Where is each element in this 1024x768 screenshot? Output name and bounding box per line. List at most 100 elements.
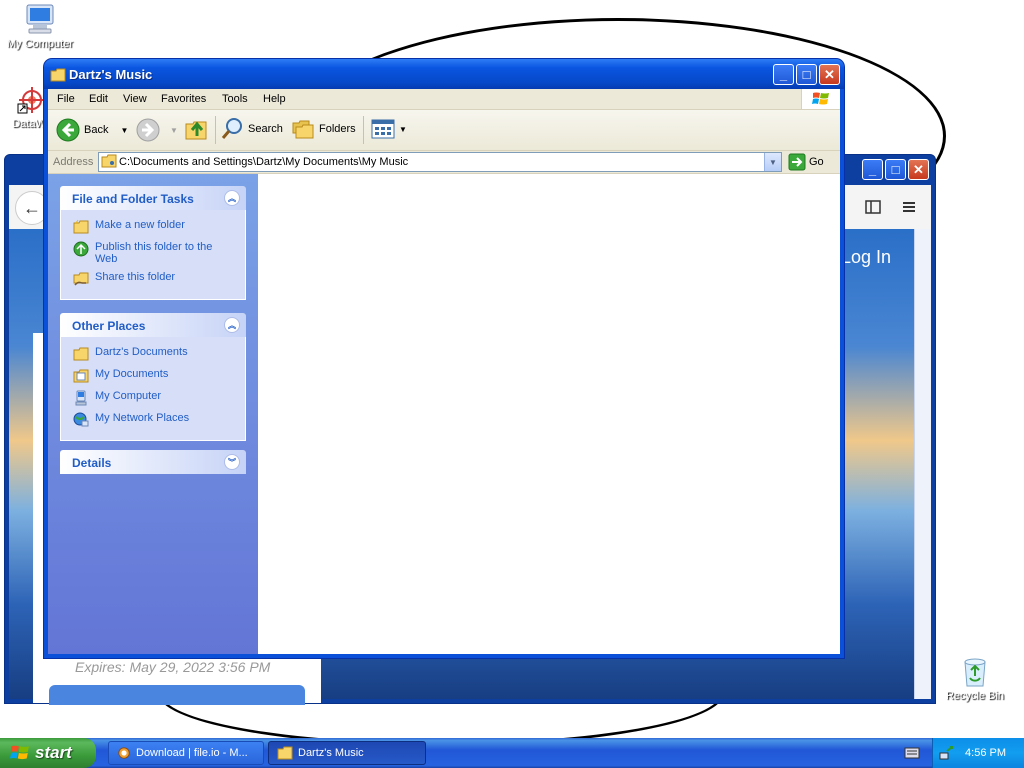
other-places-header[interactable]: Other Places ︽ — [60, 313, 246, 337]
explorer-body: File Edit View Favorites Tools Help Back… — [48, 89, 840, 654]
taskbar-item-label: Dartz's Music — [298, 747, 364, 759]
taskbar-item-explorer[interactable]: Dartz's Music — [268, 741, 426, 765]
my-network-places-link[interactable]: My Network Places — [73, 412, 237, 428]
browser-menu-icon[interactable] — [901, 199, 917, 215]
make-new-folder-link[interactable]: Make a new folder — [73, 219, 237, 235]
address-input[interactable]: C:\Documents and Settings\Dartz\My Docum… — [98, 152, 782, 172]
toolbar-separator — [363, 116, 364, 144]
folder-icon — [277, 746, 293, 760]
explorer-window[interactable]: Dartz's Music _ □ ✕ File Edit View Favor… — [44, 59, 844, 658]
forward-dropdown-icon[interactable]: ▼ — [170, 126, 178, 135]
back-label: Back — [84, 124, 109, 136]
browser-expires-text: Expires: May 29, 2022 3:56 PM — [75, 659, 271, 675]
dartz-documents-link[interactable]: Dartz's Documents — [73, 346, 237, 362]
folder-icon — [73, 347, 89, 361]
browser-window-controls: _ □ ✕ — [862, 159, 929, 180]
my-documents-link[interactable]: My Documents — [73, 368, 237, 384]
link-label: Share this folder — [95, 271, 176, 283]
start-label: start — [35, 743, 72, 762]
address-bar: Address C:\Documents and Settings\Dartz\… — [48, 151, 840, 174]
back-button[interactable]: Back ▼ — [56, 118, 128, 142]
views-button[interactable]: ▼ — [371, 119, 407, 139]
share-folder-icon — [73, 272, 89, 286]
desktop-icon-recycle-bin[interactable]: Recycle Bin — [935, 656, 1015, 702]
browser-minimize-button[interactable]: _ — [862, 159, 883, 180]
my-computer-icon — [75, 390, 87, 406]
browser-maximize-button[interactable]: □ — [885, 159, 906, 180]
desktop-icon-my-computer[interactable]: My Computer — [0, 2, 80, 50]
browser-login-link[interactable]: Log In — [841, 247, 891, 268]
go-arrow-icon — [788, 153, 806, 171]
views-dropdown-icon[interactable]: ▼ — [399, 125, 407, 134]
window-title: Dartz's Music — [69, 67, 153, 82]
expand-icon[interactable]: ︾ — [224, 454, 240, 470]
file-list-view[interactable] — [258, 174, 840, 654]
my-computer-icon — [26, 4, 54, 34]
search-label: Search — [248, 123, 283, 135]
search-icon — [221, 118, 242, 139]
taskbar-item-browser[interactable]: Download | file.io - M... — [108, 741, 264, 765]
menu-edit[interactable]: Edit — [89, 93, 108, 105]
link-label: My Documents — [95, 368, 169, 380]
my-documents-icon — [73, 369, 89, 383]
file-folder-tasks-header[interactable]: File and Folder Tasks ︽ — [60, 186, 246, 210]
minimize-button[interactable]: _ — [773, 64, 794, 85]
collapse-icon[interactable]: ︽ — [224, 190, 240, 206]
up-folder-icon — [185, 121, 207, 140]
search-button[interactable]: Search — [220, 117, 283, 141]
panel-title: Other Places — [72, 319, 146, 333]
reader-view-icon[interactable] — [865, 199, 881, 215]
menu-tools[interactable]: Tools — [222, 93, 248, 105]
link-label: My Network Places — [95, 412, 190, 424]
maximize-button[interactable]: □ — [796, 64, 817, 85]
panel-body: Dartz's Documents My Documents My Comput… — [60, 337, 246, 441]
forward-arrow-icon — [136, 118, 160, 142]
panel-title: Details — [72, 456, 112, 470]
menu-help[interactable]: Help — [263, 93, 286, 105]
folders-button[interactable]: Folders — [291, 117, 356, 141]
folder-icon — [50, 68, 66, 82]
link-label: Dartz's Documents — [95, 346, 188, 358]
my-computer-link[interactable]: My Computer — [73, 390, 237, 406]
desktop-icon-label: Recycle Bin — [945, 690, 1005, 702]
collapse-icon[interactable]: ︽ — [224, 317, 240, 333]
folder-icon — [101, 154, 117, 168]
menu-file[interactable]: File — [57, 93, 75, 105]
windows-logo-icon — [10, 745, 29, 760]
network-status-icon[interactable] — [939, 745, 955, 761]
system-tray: 4:56 PM — [932, 738, 1024, 768]
menu-bar: File Edit View Favorites Tools Help — [48, 89, 840, 110]
task-pane: File and Folder Tasks ︽ Make a new folde… — [48, 174, 258, 654]
other-places-panel: Other Places ︽ Dartz's Documents My Docu… — [60, 313, 246, 441]
go-button[interactable]: Go — [788, 153, 824, 171]
go-label: Go — [809, 156, 824, 168]
views-icon — [371, 119, 395, 139]
back-dropdown-icon[interactable]: ▼ — [120, 126, 128, 135]
browser-close-button[interactable]: ✕ — [908, 159, 929, 180]
menu-view[interactable]: View — [123, 93, 147, 105]
panel-title: File and Folder Tasks — [72, 192, 194, 206]
forward-button[interactable]: ▼ — [136, 118, 178, 142]
details-panel: Details ︾ — [60, 450, 246, 474]
details-header[interactable]: Details ︾ — [60, 450, 246, 474]
folders-icon — [292, 120, 314, 139]
browser-action-button[interactable] — [49, 685, 305, 705]
windows-logo-icon — [801, 89, 840, 109]
panel-body: Make a new folder Publish this folder to… — [60, 210, 246, 300]
address-dropdown-icon[interactable]: ▼ — [764, 153, 781, 171]
up-folder-button[interactable] — [184, 116, 210, 142]
menu-favorites[interactable]: Favorites — [161, 93, 206, 105]
browser-scrollbar[interactable] — [914, 229, 931, 699]
network-places-icon — [73, 412, 89, 427]
clock[interactable]: 4:56 PM — [965, 747, 1006, 759]
recycle-bin-icon — [964, 658, 986, 687]
taskbar: start Download | file.io - M... Dartz's … — [0, 738, 1024, 768]
desktop-icon-label: My Computer — [6, 38, 74, 50]
close-button[interactable]: ✕ — [819, 64, 840, 85]
publish-folder-link[interactable]: Publish this folder to the Web — [73, 241, 237, 265]
share-folder-link[interactable]: Share this folder — [73, 271, 237, 287]
keyboard-icon[interactable] — [904, 747, 920, 759]
explorer-titlebar[interactable]: Dartz's Music _ □ ✕ — [44, 59, 844, 89]
link-label: Make a new folder — [95, 219, 185, 231]
start-button[interactable]: start — [0, 738, 96, 768]
